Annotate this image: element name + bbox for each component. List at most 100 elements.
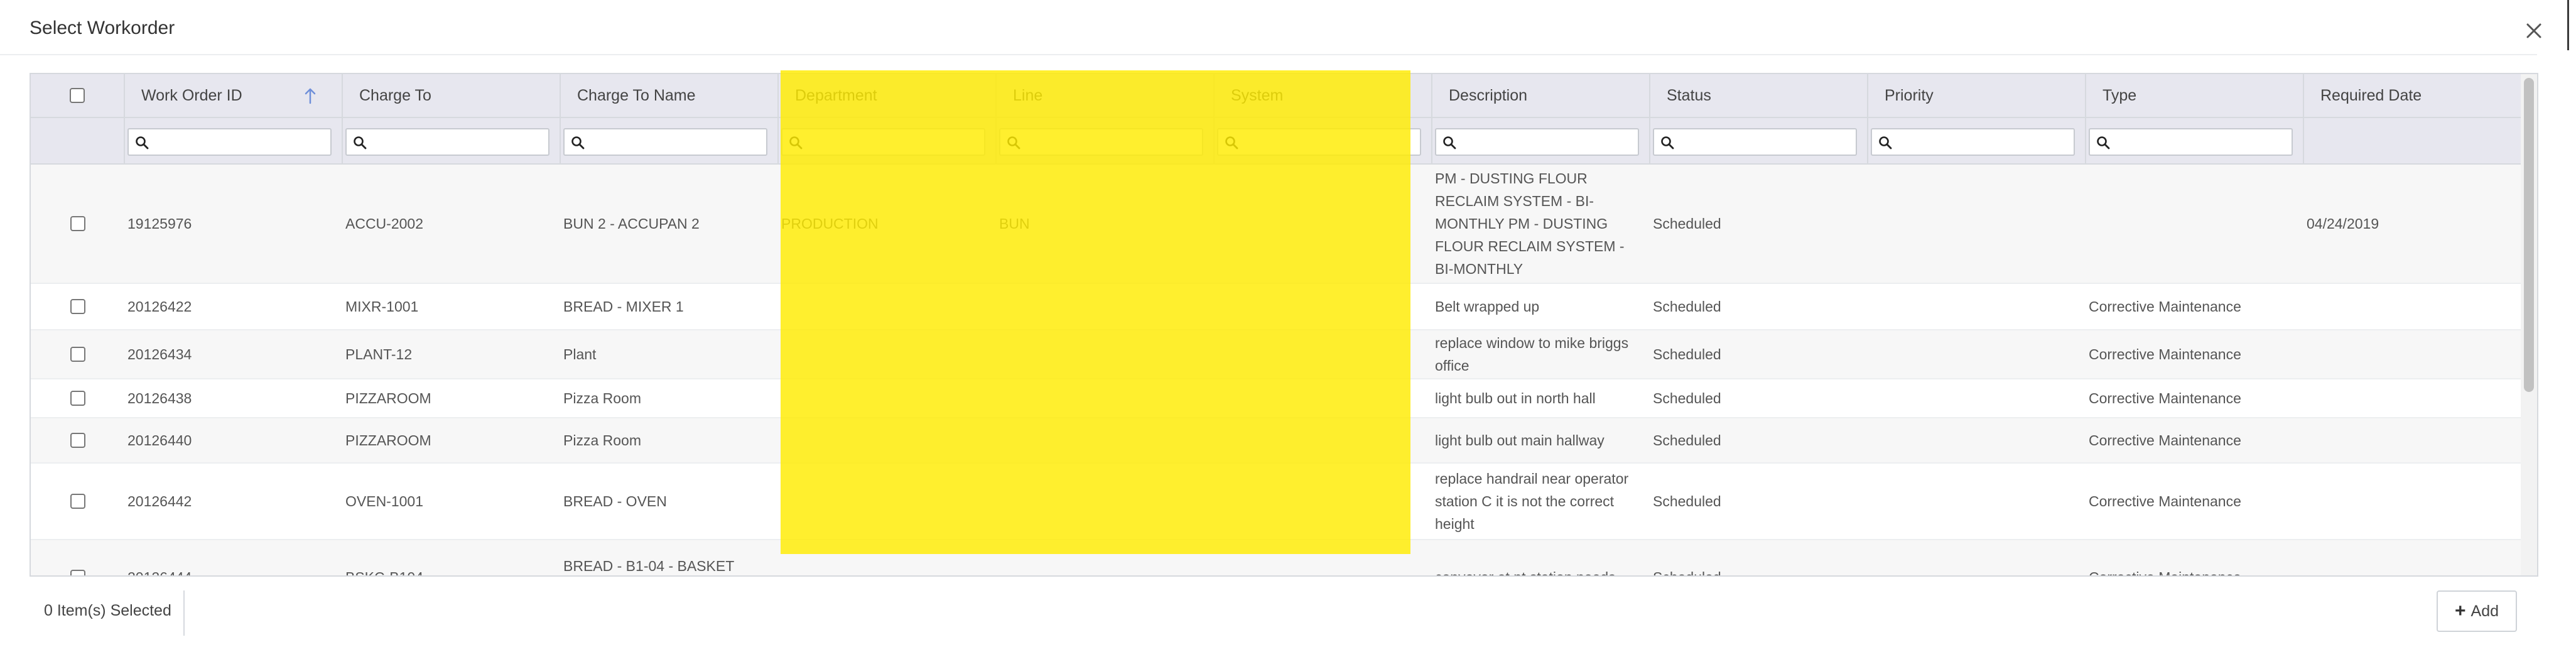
- row-checkbox[interactable]: [70, 391, 85, 406]
- table-row[interactable]: 20126444 BSKC-B104 BREAD - B1-04 - BASKET …: [31, 540, 2523, 575]
- table-row[interactable]: 20126422 MIXR-1001 BREAD - MIXER 1 Belt wra…: [31, 284, 2523, 330]
- cell-charge-to: MIXR-1001: [343, 284, 561, 329]
- cell-system: [1215, 165, 1432, 283]
- cell-department: [779, 418, 997, 462]
- column-header-description[interactable]: Description: [1432, 74, 1650, 117]
- filter-input-status[interactable]: [1653, 128, 1857, 156]
- cell-text: BREAD - OVEN: [563, 493, 667, 509]
- table-row[interactable]: 20126442 OVEN-1001 BREAD - OVEN replace han…: [31, 464, 2523, 540]
- table-row[interactable]: 20126434 PLANT-12 Plant replace window to m…: [31, 330, 2523, 379]
- row-select-cell[interactable]: [31, 540, 125, 575]
- search-icon: [571, 136, 585, 150]
- cell-text: BREAD - MIXER 1: [563, 298, 684, 315]
- column-header-status[interactable]: Status: [1650, 74, 1868, 117]
- row-select-cell[interactable]: [31, 379, 125, 417]
- column-header-charge-to[interactable]: Charge To: [343, 74, 561, 117]
- cell-text: Scheduled: [1653, 298, 1721, 315]
- cell-priority: [1868, 165, 2086, 283]
- close-icon[interactable]: [2523, 20, 2545, 41]
- column-header-charge-to-name[interactable]: Charge To Name: [561, 74, 779, 117]
- cell-charge-to: BSKC-B104: [343, 540, 561, 575]
- cell-line: [997, 330, 1215, 378]
- cell-charge-to: ACCU-2002: [343, 165, 561, 283]
- add-button[interactable]: + Add: [2437, 590, 2517, 632]
- cell-line: [997, 540, 1215, 575]
- filter-input-charge-to[interactable]: [345, 128, 549, 156]
- cell-text: Belt wrapped up: [1435, 298, 1540, 315]
- row-select-cell[interactable]: [31, 418, 125, 462]
- cell-type: Corrective Maintenance: [2086, 284, 2304, 329]
- filter-input-line[interactable]: [999, 128, 1203, 156]
- sort-ascending-icon[interactable]: [304, 88, 317, 104]
- cell-charge-to-name: Pizza Room: [561, 418, 779, 462]
- cell-priority: [1868, 418, 2086, 462]
- filter-input-charge-to-name[interactable]: [563, 128, 767, 156]
- cell-priority: [1868, 379, 2086, 417]
- column-header-type[interactable]: Type: [2086, 74, 2304, 117]
- cell-department: [779, 284, 997, 329]
- row-checkbox[interactable]: [70, 216, 85, 231]
- cell-priority: [1868, 464, 2086, 539]
- column-header-label: Line: [1013, 86, 1043, 104]
- cell-status: Scheduled: [1650, 418, 1868, 462]
- cell-required-date: [2304, 330, 2523, 378]
- cell-department: [779, 540, 997, 575]
- row-select-cell[interactable]: [31, 165, 125, 283]
- column-header-priority[interactable]: Priority: [1868, 74, 2086, 117]
- table-row[interactable]: 20126438 PIZZAROOM Pizza Room light bulb ou…: [31, 379, 2523, 418]
- column-header-label: Status: [1667, 86, 1711, 104]
- filter-input-type[interactable]: [2089, 128, 2293, 156]
- cell-text: Pizza Room: [563, 390, 641, 406]
- row-checkbox[interactable]: [70, 299, 85, 314]
- filter-input-work-order-id[interactable]: [127, 128, 332, 156]
- filter-input-system[interactable]: [1217, 128, 1421, 156]
- cell-text: BUN: [999, 215, 1030, 232]
- cell-text: Scheduled: [1653, 346, 1721, 362]
- column-header-required-date[interactable]: Required Date: [2304, 74, 2523, 117]
- filter-input-priority[interactable]: [1871, 128, 2075, 156]
- column-header-system[interactable]: System: [1215, 74, 1432, 117]
- cell-priority: [1868, 284, 2086, 329]
- column-header-label: Type: [2102, 86, 2137, 104]
- search-icon: [1661, 136, 1674, 150]
- row-select-cell[interactable]: [31, 284, 125, 329]
- cell-work-order-id: 20126444: [125, 540, 343, 575]
- filter-cell: [1215, 118, 1432, 163]
- row-checkbox[interactable]: [70, 433, 85, 448]
- row-select-cell[interactable]: [31, 464, 125, 539]
- grid-scrollbar-thumb[interactable]: [2524, 78, 2534, 392]
- grid-header-row: Work Order ID Charge To Charge To Name Depa…: [31, 74, 2523, 118]
- filter-cell: [1432, 118, 1650, 163]
- table-row[interactable]: 19125976 ACCU-2002 BUN 2 - ACCUPAN 2 PRODUC…: [31, 165, 2523, 284]
- search-icon: [1007, 136, 1020, 150]
- cell-text: light bulb out main hallway: [1435, 432, 1605, 449]
- cell-text: 20126438: [127, 390, 192, 406]
- column-header-department[interactable]: Department: [779, 74, 997, 117]
- grid-scrollbar[interactable]: [2521, 74, 2537, 575]
- cell-line: [997, 418, 1215, 462]
- column-header-work-order-id[interactable]: Work Order ID: [125, 74, 343, 117]
- cell-text: replace handrail near operator station C…: [1435, 470, 1629, 532]
- cell-work-order-id: 20126422: [125, 284, 343, 329]
- select-all-checkbox[interactable]: [70, 88, 85, 103]
- column-header-line[interactable]: Line: [997, 74, 1215, 117]
- row-checkbox[interactable]: [70, 570, 85, 575]
- cell-text: PRODUCTION: [781, 215, 879, 232]
- cell-charge-to-name: BUN 2 - ACCUPAN 2: [561, 165, 779, 283]
- cell-text: Plant: [563, 346, 597, 362]
- row-select-cell[interactable]: [31, 330, 125, 378]
- filter-input-department[interactable]: [781, 128, 985, 156]
- column-header-label: Work Order ID: [141, 86, 242, 104]
- filter-cell: [1650, 118, 1868, 163]
- column-header-label: Required Date: [2320, 86, 2422, 104]
- row-checkbox[interactable]: [70, 494, 85, 509]
- table-row[interactable]: 20126440 PIZZAROOM Pizza Room light bulb ou…: [31, 418, 2523, 464]
- search-icon: [1879, 136, 1892, 150]
- cell-department: PRODUCTION: [779, 165, 997, 283]
- cell-text: ACCU-2002: [345, 215, 423, 232]
- cell-text: 04/24/2019: [2307, 215, 2379, 232]
- cell-text: Corrective Maintenance: [2089, 390, 2241, 406]
- row-checkbox[interactable]: [70, 347, 85, 362]
- filter-cell: [997, 118, 1215, 163]
- filter-input-description[interactable]: [1435, 128, 1639, 156]
